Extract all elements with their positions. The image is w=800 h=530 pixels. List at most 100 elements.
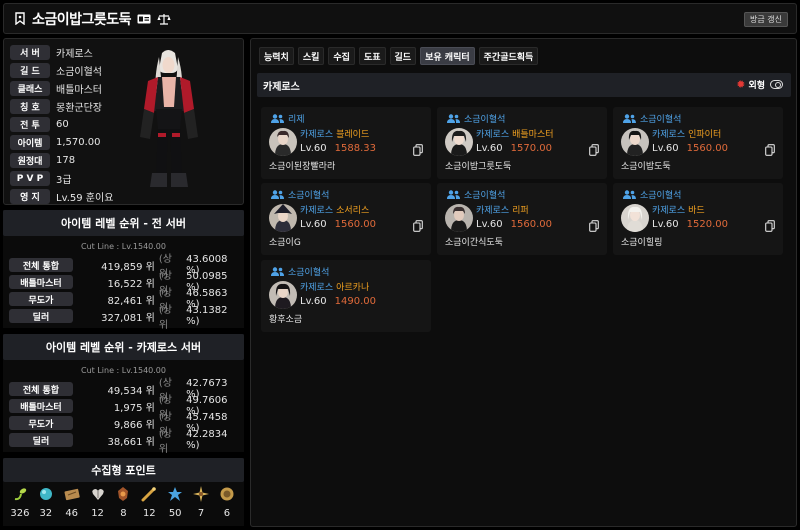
character-avatar — [445, 128, 473, 156]
tab-collection[interactable]: 수집 — [328, 47, 355, 65]
profile-label: 원정대 — [10, 153, 50, 168]
scale-icon[interactable] — [157, 13, 171, 25]
card-server: 카제로스 — [300, 283, 334, 293]
profile-row-pvp: P V P 3급 — [10, 171, 72, 186]
card-guild: 소금이혈석 — [447, 112, 505, 125]
collect-item-orpheus-star[interactable]: 7 — [189, 486, 213, 519]
rank-value: 9,866 위 — [113, 419, 155, 431]
collect-item-mokoko[interactable]: 326 — [8, 486, 32, 519]
copy-icon[interactable] — [765, 144, 775, 156]
card-level: Lv.60 — [476, 143, 503, 154]
card-item-level: 1490.00 — [334, 296, 376, 307]
profile-label: 클래스 — [10, 81, 50, 96]
rank-value: 38,661 위 — [107, 436, 155, 448]
character-card[interactable]: 소금이혈석 카제로스 인파이터 Lv.60 1560.00 소금이밥도둑 — [613, 107, 783, 179]
refresh-button[interactable]: 방금 갱신 — [744, 12, 788, 27]
profile-value: 카제로스 — [56, 49, 93, 60]
island-soul-icon — [38, 486, 54, 502]
collect-item-ignea[interactable]: 8 — [111, 486, 135, 519]
collect-count: 32 — [39, 508, 53, 519]
card-guild: 소금이혈석 — [447, 188, 505, 201]
tab-charts[interactable]: 도표 — [358, 47, 386, 65]
copy-icon[interactable] — [413, 220, 423, 232]
collect-item-omnium-star[interactable]: 6 — [215, 486, 239, 519]
collect-item-sea-bounty[interactable]: 12 — [137, 486, 161, 519]
card-guild: 소금이혈석 — [271, 265, 329, 278]
guild-name: 소금이혈석 — [640, 115, 682, 125]
rank-label: 배틀마스터 — [9, 275, 73, 289]
character-avatar — [269, 281, 297, 309]
tab-skills[interactable]: 스킬 — [297, 47, 325, 65]
card-class: 바드 — [688, 206, 705, 216]
rank-value: 1,975 위 — [113, 402, 155, 414]
card-server: 카제로스 — [300, 206, 334, 216]
character-card[interactable]: 소금이혈석 카제로스 소서리스 Lv.60 1560.00 소금이G — [261, 183, 431, 255]
rank-value: 16,522 위 — [107, 278, 155, 290]
profile-row-roster: 원정대 178 — [10, 153, 75, 168]
appearance-toggle[interactable]: ✹ 외형 — [736, 78, 783, 91]
card-item-level: 1588.33 — [334, 143, 376, 154]
collection-points-panel: 수집형 포인트 326 32 46 12 8 12 50 7 6 — [3, 458, 244, 526]
profile-row-estate: 영 지 Lv.59 훈이요 — [10, 189, 113, 204]
rank-server-title: 아이템 레벨 순위 - 카제로스 서버 — [3, 334, 244, 360]
character-card[interactable]: 리제 카제로스 블레이드 Lv.60 1588.33 소금이된장빨라라 — [261, 107, 431, 179]
card-character-name: 소금이간식도둑 — [445, 238, 503, 248]
copy-icon[interactable] — [589, 220, 599, 232]
card-character-name: 소금이밥그릇도둑 — [445, 162, 512, 172]
profile-label: 길 드 — [10, 63, 50, 78]
main-panel: 능력치 스킬 수집 도표 길드 보유 캐릭터 주간골드획득 카제로스 ✹ 외형 … — [250, 38, 797, 527]
card-guild: 리제 — [271, 112, 305, 125]
card-item-level: 1560.00 — [334, 219, 376, 230]
character-card[interactable]: 소금이혈석 카제로스 배틀마스터 Lv.60 1570.00 소금이밥그릇도둑 — [437, 107, 607, 179]
card-item-level: 1560.00 — [510, 219, 552, 230]
profile-label: 서 버 — [10, 45, 50, 60]
rank-prefix: (상위 — [158, 305, 172, 331]
mokoko-seed-icon — [12, 486, 28, 502]
collect-item-world-tree[interactable]: 50 — [163, 486, 187, 519]
copy-icon[interactable] — [589, 144, 599, 156]
sea-bounty-icon — [141, 486, 157, 502]
collect-count: 12 — [142, 508, 156, 519]
character-card[interactable]: 소금이혈석 카제로스 바드 Lv.60 1520.00 소금이힐링 — [613, 183, 783, 255]
guild-name: 소금이혈석 — [464, 115, 506, 125]
bookmark-icon[interactable] — [14, 12, 26, 26]
profile-label: 영 지 — [10, 189, 50, 204]
tab-stats[interactable]: 능력치 — [259, 47, 294, 65]
appearance-label: 외형 — [748, 81, 765, 91]
character-header: 소금이밥그릇도둑 방금 갱신 — [3, 3, 797, 34]
card-level: Lv.60 — [300, 143, 327, 154]
character-card[interactable]: 소금이혈석 카제로스 리퍼 Lv.60 1560.00 소금이간식도둑 — [437, 183, 607, 255]
users-icon — [623, 114, 636, 123]
profile-value: 소금이혈석 — [56, 67, 102, 78]
profile-value: 몽환군단장 — [56, 103, 102, 114]
rank-label: 딜러 — [9, 433, 73, 447]
collect-item-giant-heart[interactable]: 12 — [86, 486, 110, 519]
collect-item-art[interactable]: 46 — [60, 486, 84, 519]
profile-value: 178 — [56, 155, 76, 166]
card-server: 카제로스 — [476, 206, 510, 216]
profile-panel: 서 버 카제로스 길 드 소금이혈석 클래스 배틀마스터 칭 호 몽환군단장 전… — [3, 38, 244, 205]
copy-icon[interactable] — [413, 144, 423, 156]
tab-characters[interactable]: 보유 캐릭터 — [420, 47, 475, 65]
character-card[interactable]: 소금이혈석 카제로스 아르카나 Lv.60 1490.00 황후소금 — [261, 260, 431, 332]
giant-heart-icon — [90, 486, 106, 502]
guild-name: 소금이혈석 — [288, 268, 330, 278]
rank-all-servers-panel: 아이템 레벨 순위 - 전 서버 Cut Line : Lv.1540.00 전… — [3, 210, 244, 331]
tab-guild[interactable]: 길드 — [389, 47, 417, 65]
copy-icon[interactable] — [765, 220, 775, 232]
character-name-title: 소금이밥그릇도둑 — [32, 11, 132, 28]
toggle-icon[interactable] — [770, 80, 783, 89]
rank-value: 327,081 위 — [101, 312, 155, 324]
rank-label: 딜러 — [9, 309, 73, 323]
guild-name: 소금이혈석 — [288, 191, 330, 201]
rank-row: 딜러 38,661 위 (상위 42.2834 %) — [3, 429, 244, 455]
collect-item-island-soul[interactable]: 32 — [34, 486, 58, 519]
rank-label: 전체 통합 — [9, 382, 73, 396]
id-card-icon[interactable] — [137, 14, 151, 24]
omnium-star-icon — [219, 486, 235, 502]
rank-value: 49,534 위 — [107, 385, 155, 397]
card-character-name: 소금이밥도둑 — [621, 162, 671, 172]
tab-weekly-gold[interactable]: 주간골드획득 — [478, 47, 539, 65]
rank-percent: 43.1382 %) — [186, 305, 228, 327]
profile-row-server: 서 버 카제로스 — [10, 45, 93, 60]
